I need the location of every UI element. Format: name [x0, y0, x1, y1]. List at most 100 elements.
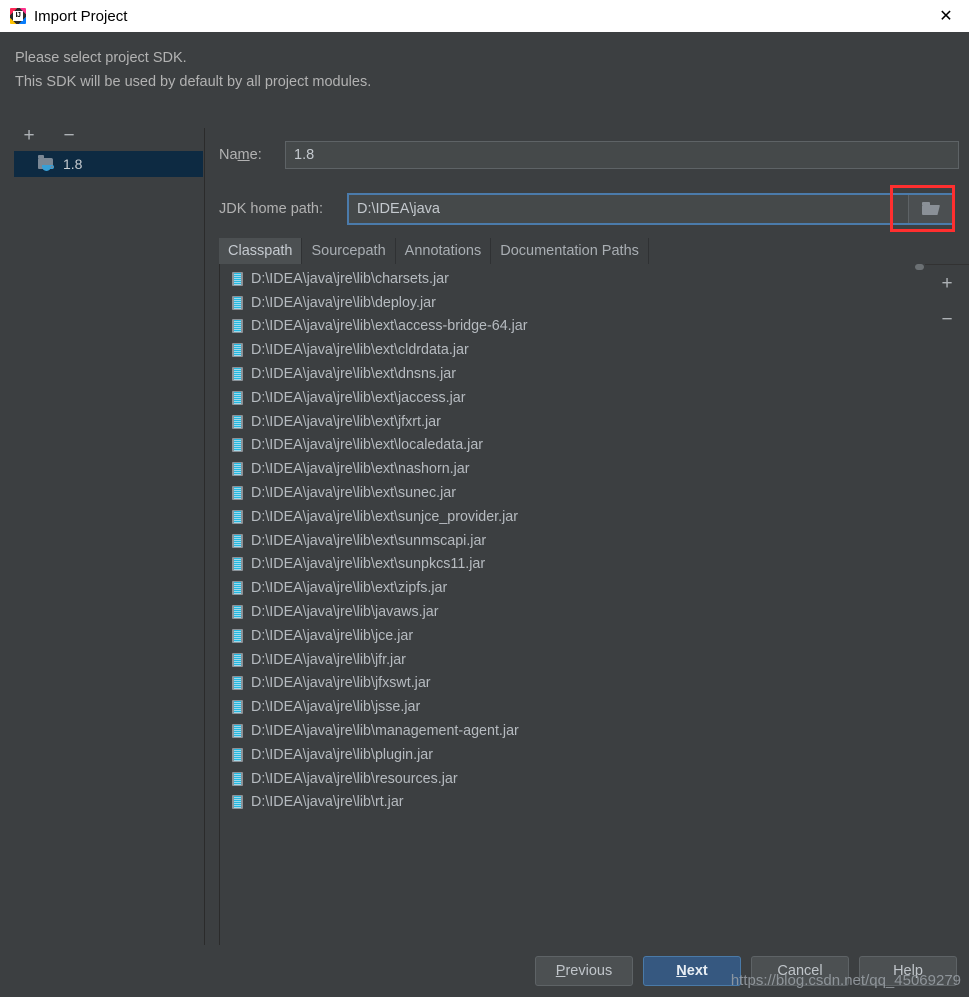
classpath-entry-label: D:\IDEA\java\jre\lib\ext\access-bridge-6… — [251, 318, 528, 335]
jar-icon — [232, 295, 243, 310]
classpath-row[interactable]: D:\IDEA\java\jre\lib\ext\dnsns.jar — [220, 362, 925, 386]
close-icon[interactable]: ✕ — [923, 0, 969, 32]
tab-annotations[interactable]: Annotations — [395, 238, 492, 264]
classpath-row[interactable]: D:\IDEA\java\jre\lib\jce.jar — [220, 624, 925, 648]
classpath-entry-label: D:\IDEA\java\jre\lib\plugin.jar — [251, 746, 433, 763]
intellij-idea-icon: IJ — [10, 8, 26, 24]
classpath-row[interactable]: D:\IDEA\java\jre\lib\jsse.jar — [220, 695, 925, 719]
classpath-entry-label: D:\IDEA\java\jre\lib\ext\dnsns.jar — [251, 366, 457, 383]
classpath-row[interactable]: D:\IDEA\java\jre\lib\jfxswt.jar — [220, 672, 925, 696]
classpath-entry-label: D:\IDEA\java\jre\lib\ext\zipfs.jar — [251, 580, 448, 597]
jar-icon — [232, 747, 243, 762]
classpath-entry-label: D:\IDEA\java\jre\lib\jfxswt.jar — [251, 675, 431, 692]
jar-icon — [232, 771, 243, 786]
classpath-row[interactable]: D:\IDEA\java\jre\lib\ext\access-bridge-6… — [220, 315, 925, 339]
classpath-area: D:\IDEA\java\jre\lib\charsets.jar D:\IDEA… — [219, 264, 969, 945]
jar-icon — [232, 676, 243, 691]
jar-icon — [232, 509, 243, 524]
classpath-row[interactable]: D:\IDEA\java\jre\lib\ext\jfxrt.jar — [220, 410, 925, 434]
jar-icon — [232, 438, 243, 453]
jar-icon — [232, 343, 243, 358]
jar-icon — [232, 462, 243, 477]
remove-sdk-button[interactable]: − — [58, 124, 80, 146]
window-title: Import Project — [34, 7, 128, 25]
classpath-entry-label: D:\IDEA\java\jre\lib\javaws.jar — [251, 604, 439, 621]
classpath-entry-label: D:\IDEA\java\jre\lib\ext\sunpkcs11.jar — [251, 556, 486, 573]
browse-jdk-home-button[interactable] — [908, 195, 953, 223]
classpath-entry-label: D:\IDEA\java\jre\lib\charsets.jar — [251, 270, 449, 287]
next-button[interactable]: Next — [643, 956, 741, 986]
classpath-row[interactable]: D:\IDEA\java\jre\lib\ext\sunmscapi.jar — [220, 529, 925, 553]
tab-documentation-paths[interactable]: Documentation Paths — [491, 238, 649, 264]
jar-icon — [232, 557, 243, 572]
classpath-entry-label: D:\IDEA\java\jre\lib\jfr.jar — [251, 651, 406, 668]
classpath-entry-label: D:\IDEA\java\jre\lib\jsse.jar — [251, 699, 421, 716]
classpath-row[interactable]: D:\IDEA\java\jre\lib\ext\sunjce_provider… — [220, 505, 925, 529]
classpath-row[interactable]: D:\IDEA\java\jre\lib\ext\zipfs.jar — [220, 576, 925, 600]
classpath-row[interactable]: D:\IDEA\java\jre\lib\ext\nashorn.jar — [220, 457, 925, 481]
classpath-entry-label: D:\IDEA\java\jre\lib\rt.jar — [251, 794, 404, 811]
classpath-entry-label: D:\IDEA\java\jre\lib\deploy.jar — [251, 294, 436, 311]
add-sdk-button[interactable]: + — [18, 124, 40, 146]
prompt-line-2: This SDK will be used by default by all … — [15, 74, 372, 90]
classpath-row[interactable]: D:\IDEA\java\jre\lib\charsets.jar — [220, 267, 925, 291]
classpath-entry-label: D:\IDEA\java\jre\lib\ext\sunec.jar — [251, 485, 457, 502]
classpath-row[interactable]: D:\IDEA\java\jre\lib\ext\cldrdata.jar — [220, 338, 925, 362]
classpath-row[interactable]: D:\IDEA\java\jre\lib\deploy.jar — [220, 291, 925, 315]
classpath-side-toolbar: + − — [925, 264, 969, 945]
jdk-home-path-input-group — [347, 193, 955, 225]
jar-icon — [232, 652, 243, 667]
folder-open-icon — [922, 202, 940, 216]
jdk-home-path-input[interactable] — [349, 195, 908, 223]
classpath-entry-label: D:\IDEA\java\jre\lib\ext\nashorn.jar — [251, 461, 470, 478]
classpath-entry-label: D:\IDEA\java\jre\lib\ext\sunjce_provider… — [251, 508, 518, 525]
sdk-toolbar: + − — [0, 120, 204, 150]
classpath-entry-label: D:\IDEA\java\jre\lib\ext\cldrdata.jar — [251, 342, 469, 359]
jar-icon — [232, 628, 243, 643]
classpath-row[interactable]: D:\IDEA\java\jre\lib\ext\sunpkcs11.jar — [220, 553, 925, 577]
jar-icon — [232, 414, 243, 429]
add-classpath-entry-button[interactable]: + — [936, 272, 958, 294]
classpath-row[interactable]: D:\IDEA\java\jre\lib\javaws.jar — [220, 600, 925, 624]
classpath-row[interactable]: D:\IDEA\java\jre\lib\resources.jar — [220, 767, 925, 791]
classpath-entry-label: D:\IDEA\java\jre\lib\ext\jaccess.jar — [251, 389, 466, 406]
classpath-row[interactable]: D:\IDEA\java\jre\lib\ext\jaccess.jar — [220, 386, 925, 410]
jar-icon — [232, 367, 243, 382]
jdk-folder-icon — [38, 154, 55, 172]
classpath-entry-label: D:\IDEA\java\jre\lib\management-agent.ja… — [251, 723, 519, 740]
jar-icon — [232, 271, 243, 286]
prompt-text: Please select project SDK. This SDK will… — [15, 46, 371, 94]
name-input[interactable] — [285, 141, 959, 169]
jar-icon — [232, 724, 243, 739]
sdk-item-label: 1.8 — [63, 156, 83, 172]
classpath-row[interactable]: D:\IDEA\java\jre\lib\ext\sunec.jar — [220, 481, 925, 505]
help-button[interactable]: Help — [859, 956, 957, 986]
classpath-entry-label: D:\IDEA\java\jre\lib\jce.jar — [251, 627, 414, 644]
classpath-row[interactable]: D:\IDEA\java\jre\lib\jfr.jar — [220, 648, 925, 672]
dialog-footer: Previous Next Cancel Help — [0, 945, 969, 997]
jdk-home-path-label: JDK home path: — [219, 201, 323, 217]
prompt-line-1: Please select project SDK. — [15, 50, 187, 66]
classpath-row[interactable]: D:\IDEA\java\jre\lib\management-agent.ja… — [220, 719, 925, 743]
sdk-list: 1.8 — [0, 151, 204, 177]
sdk-editor-panel: Name: JDK home path: Classpath Sourcepat… — [214, 120, 969, 945]
classpath-row[interactable]: D:\IDEA\java\jre\lib\rt.jar — [220, 791, 925, 815]
jar-icon — [232, 581, 243, 596]
sdk-list-item-1-8[interactable]: 1.8 — [14, 151, 203, 177]
classpath-row[interactable]: D:\IDEA\java\jre\lib\ext\localedata.jar — [220, 434, 925, 458]
jar-icon — [232, 700, 243, 715]
tab-sourcepath[interactable]: Sourcepath — [302, 238, 396, 264]
classpath-row[interactable]: D:\IDEA\java\jre\lib\plugin.jar — [220, 743, 925, 767]
classpath-entry-label: D:\IDEA\java\jre\lib\ext\sunmscapi.jar — [251, 532, 487, 549]
classpath-list: D:\IDEA\java\jre\lib\charsets.jar D:\IDEA… — [220, 264, 925, 814]
tab-classpath[interactable]: Classpath — [219, 238, 303, 264]
sdk-list-panel: + − 1.8 — [0, 120, 204, 945]
jar-icon — [232, 319, 243, 334]
classpath-scrollbar[interactable] — [915, 264, 924, 270]
remove-classpath-entry-button[interactable]: − — [936, 308, 958, 330]
classpath-entry-label: D:\IDEA\java\jre\lib\ext\jfxrt.jar — [251, 413, 441, 430]
previous-button[interactable]: Previous — [535, 956, 633, 986]
cancel-button[interactable]: Cancel — [751, 956, 849, 986]
panel-splitter[interactable] — [204, 128, 205, 945]
jdk-home-path-field-row: JDK home path: — [219, 193, 955, 225]
